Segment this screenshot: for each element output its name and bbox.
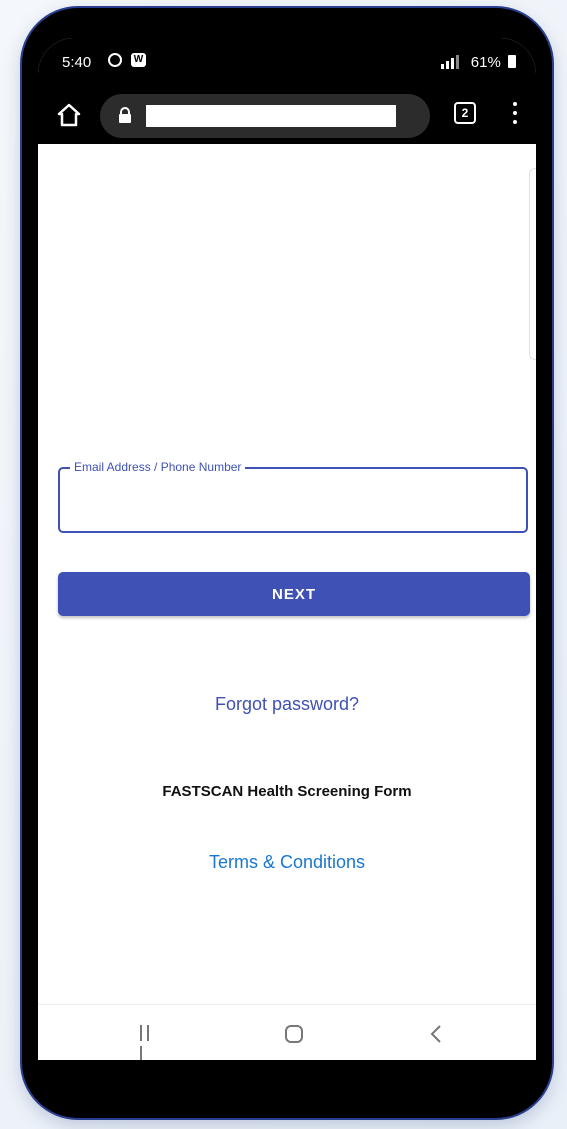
email-phone-input[interactable] (72, 487, 516, 515)
email-phone-label: Email Address / Phone Number (70, 460, 246, 474)
tab-count: 2 (461, 106, 469, 120)
status-right: 61% (440, 54, 516, 71)
phone-screen: 5:40 W 61% 2 Email Address / Phone Numbe… (38, 38, 536, 1060)
whatsapp-icon (108, 53, 122, 67)
scroll-indicator[interactable] (529, 168, 536, 360)
tabs-icon[interactable]: 2 (454, 102, 476, 124)
system-nav-bar (38, 1004, 536, 1060)
status-time: 5:40 (62, 54, 92, 71)
home-icon[interactable] (56, 102, 82, 128)
battery-icon (508, 55, 516, 68)
home-nav-icon[interactable] (285, 1025, 303, 1043)
message-icon: W (131, 53, 146, 67)
signal-icon (440, 55, 459, 69)
back-icon[interactable] (428, 1023, 444, 1045)
lock-icon (119, 107, 131, 123)
forgot-password-link[interactable]: Forgot password? (38, 694, 536, 715)
recents-icon[interactable] (140, 1025, 160, 1060)
phone-frame: 5:40 W 61% 2 Email Address / Phone Numbe… (22, 8, 552, 1118)
url-bar[interactable] (100, 94, 430, 138)
form-title: FASTSCAN Health Screening Form (162, 783, 412, 800)
browser-toolbar: 2 (38, 88, 536, 144)
status-bar: 5:40 W 61% (38, 38, 536, 88)
url-field[interactable] (146, 105, 396, 127)
next-button[interactable]: NEXT (58, 572, 530, 616)
menu-icon[interactable] (512, 102, 518, 126)
email-phone-field[interactable]: Email Address / Phone Number (58, 460, 528, 533)
terms-link[interactable]: Terms & Conditions (38, 852, 536, 873)
battery-percent: 61% (470, 54, 501, 71)
